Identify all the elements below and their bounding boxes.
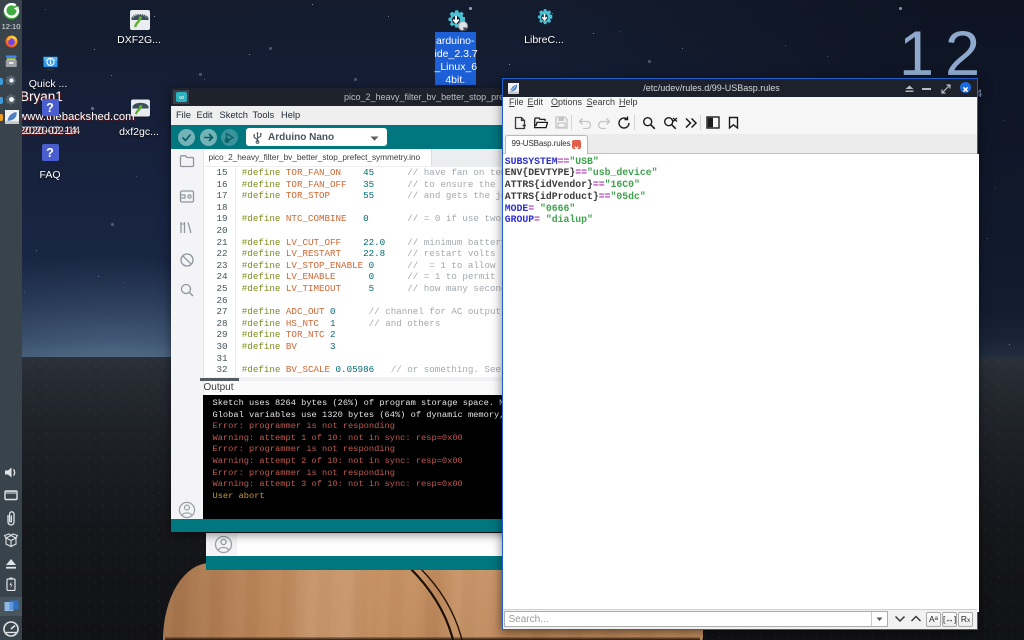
svg-text:∞: ∞ (179, 95, 184, 102)
